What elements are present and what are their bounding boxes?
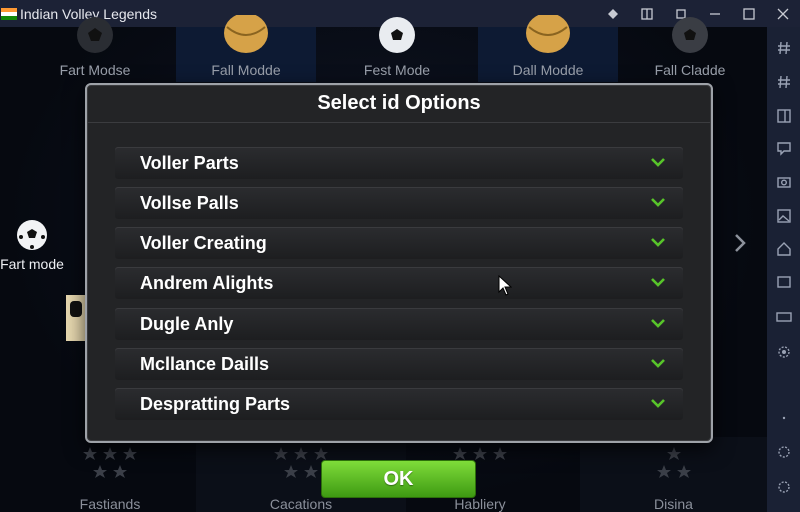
screen-icon[interactable] — [775, 308, 792, 325]
image-icon[interactable] — [775, 207, 792, 224]
check-icon — [651, 238, 665, 247]
mode-tab-4[interactable]: Dall Modde — [478, 13, 618, 82]
mouse-cursor-icon — [498, 275, 512, 296]
india-flag-icon — [1, 7, 17, 20]
home-icon[interactable] — [775, 240, 792, 257]
option-label: Despratting Parts — [140, 393, 291, 414]
dot-icon[interactable] — [775, 409, 792, 426]
option-label: Mcllance Daills — [140, 353, 270, 374]
bottom-tab-1[interactable]: Fastiands — [25, 437, 195, 512]
check-icon — [651, 198, 665, 207]
bottom-tab-label: Fastiands — [79, 496, 141, 512]
mode-tab-label: Dall Modde — [512, 62, 584, 78]
diamond-icon[interactable] — [596, 0, 630, 27]
mode-tab-label: Fest Mode — [363, 62, 431, 78]
soccer-ball-icon — [377, 15, 417, 58]
check-icon — [651, 158, 665, 167]
gear-icon[interactable] — [775, 478, 792, 495]
check-icon — [651, 278, 665, 287]
fit-screen-icon[interactable] — [630, 0, 664, 27]
option-row[interactable]: Dugle Anly — [115, 308, 683, 340]
hashtag-icon[interactable] — [775, 39, 792, 56]
emulator-window: Indian Volley Legends Fart Modse Fall Mo… — [0, 0, 800, 512]
check-icon — [651, 359, 665, 368]
option-label: Vollse Palls — [140, 192, 239, 213]
side-mode-item[interactable]: Fart mode — [0, 219, 64, 272]
mode-tab-label: Fart Modse — [59, 62, 131, 78]
camera-icon[interactable] — [775, 173, 792, 190]
dialog-title: Select id Options — [87, 85, 711, 123]
stars-icon — [656, 447, 691, 478]
window-icon[interactable] — [775, 273, 792, 290]
gear-icon[interactable] — [775, 343, 792, 360]
layout-icon[interactable] — [775, 107, 792, 124]
close-icon[interactable] — [766, 0, 800, 27]
option-row[interactable]: Andrem Alights — [115, 267, 683, 299]
volleyball-icon — [223, 13, 269, 58]
ok-button[interactable]: OK — [321, 460, 476, 498]
soccer-ball-icon — [75, 15, 115, 58]
mode-tab-1[interactable]: Fart Modse — [15, 17, 175, 82]
bottom-tab-label: Disina — [654, 496, 693, 512]
option-row[interactable]: Voller Creating — [115, 227, 683, 259]
chevron-right-icon[interactable] — [733, 233, 747, 258]
soccer-ball-icon — [0, 219, 64, 254]
option-label: Voller Creating — [140, 232, 267, 253]
maximize-icon[interactable] — [732, 0, 766, 27]
option-row[interactable]: Vollse Palls — [115, 187, 683, 219]
side-card-thumbnail — [66, 295, 86, 341]
option-label: Andrem Alights — [140, 272, 274, 293]
comment-icon[interactable] — [775, 139, 792, 156]
emulator-sidebar — [767, 27, 800, 512]
mode-tab-2[interactable]: Fall Modde — [176, 13, 316, 82]
mode-tab-3[interactable]: Fest Mode — [318, 17, 476, 82]
hashtag-icon[interactable] — [775, 73, 792, 90]
side-mode-label: Fart mode — [0, 256, 64, 272]
gear-icon[interactable] — [775, 443, 792, 460]
options-dialog: Select id Options Voller Parts Vollse Pa… — [85, 83, 713, 443]
option-label: Dugle Anly — [140, 313, 234, 334]
volleyball-icon — [525, 13, 571, 58]
option-label: Voller Parts — [140, 152, 239, 173]
bottom-tab-label: Cacations — [269, 496, 333, 512]
soccer-ball-icon — [670, 15, 710, 58]
mode-tab-label: Fall Modde — [211, 62, 281, 78]
check-icon — [651, 399, 665, 408]
option-row[interactable]: Mcllance Daills — [115, 348, 683, 380]
stars-icon — [83, 447, 137, 478]
option-row[interactable]: Despratting Parts — [115, 388, 683, 420]
bottom-tab-label: Habliery — [454, 496, 506, 512]
check-icon — [651, 319, 665, 328]
mode-tab-label: Fall Cladde — [654, 62, 726, 78]
mode-tab-5[interactable]: Fall Cladde — [620, 17, 760, 82]
option-row[interactable]: Voller Parts — [115, 147, 683, 179]
bottom-tab-4[interactable]: Disina — [580, 437, 767, 512]
